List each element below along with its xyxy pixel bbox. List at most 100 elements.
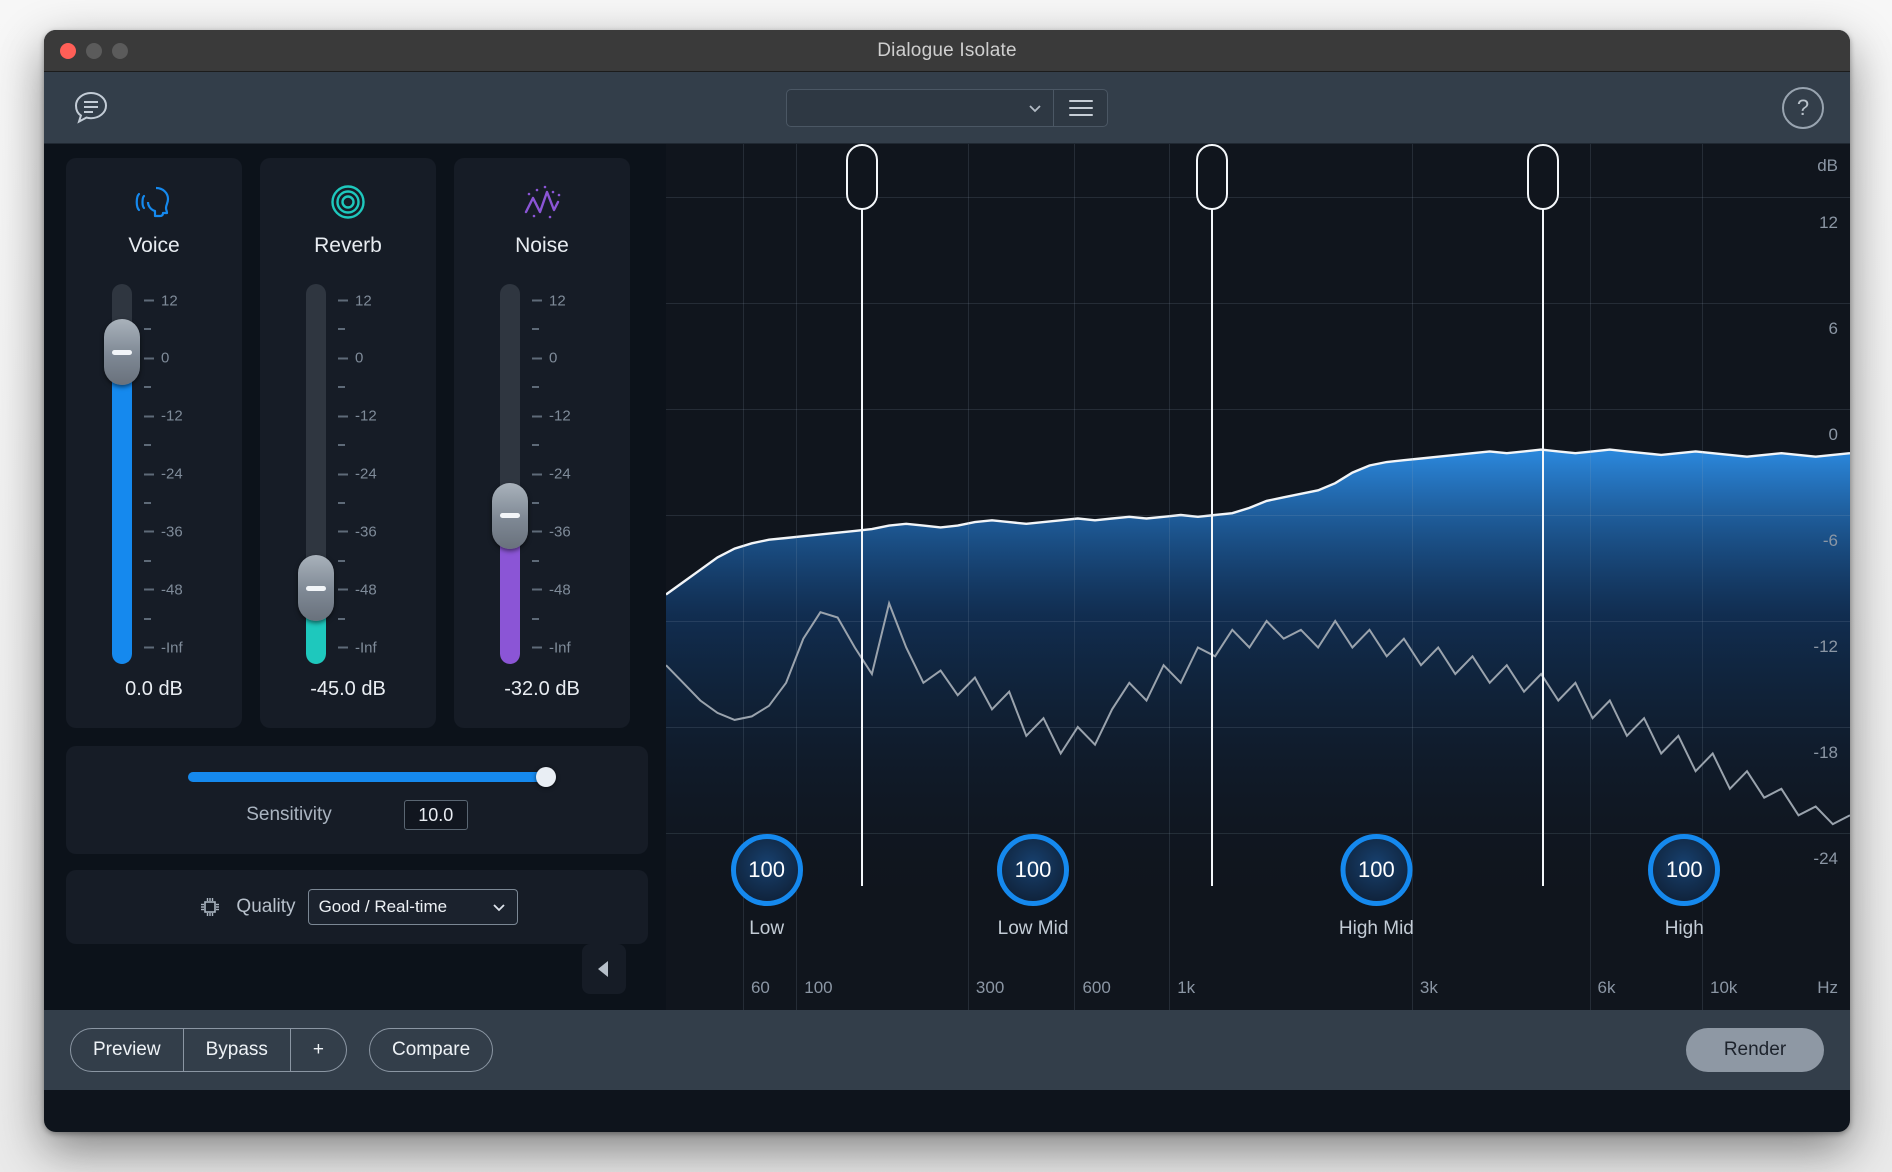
band-label: Low Mid	[997, 918, 1069, 939]
hz-axis-label: 600	[1082, 978, 1111, 997]
app-root: Dialogue Isolate ? Voice 12 0 -12 -24 -3…	[0, 0, 1892, 1172]
voice-head-icon	[135, 186, 170, 218]
fader-tick-label: 12	[161, 292, 178, 309]
fader-tick: 0	[338, 350, 363, 367]
crossover-handle[interactable]	[846, 144, 879, 210]
render-button[interactable]: Render	[1686, 1028, 1824, 1072]
noise-waveform-icon	[524, 185, 561, 219]
band-knob[interactable]: 100	[1340, 834, 1413, 906]
fader-tick: -24	[338, 466, 377, 483]
fader-tick-label: -12	[161, 407, 183, 425]
band-label: Low	[749, 918, 785, 939]
preview-button[interactable]: Preview	[70, 1028, 184, 1072]
band-value: 100	[1014, 857, 1052, 882]
fader-tick-label: -24	[549, 465, 571, 483]
fader-scale: 12 0 -12 -24 -36 -48 -Inf	[532, 284, 612, 664]
hz-axis-unit: Hz	[1817, 978, 1838, 997]
fader-tick-minor	[532, 617, 539, 620]
fader-tick: -48	[338, 581, 377, 598]
sensitivity-label: Sensitivity	[246, 804, 332, 825]
speech-bubble-icon[interactable]	[70, 87, 112, 129]
fader-tick: 12	[338, 292, 372, 309]
band-knob[interactable]: 100	[1648, 834, 1721, 906]
grid-line-vertical	[1169, 144, 1171, 1010]
help-button[interactable]: ?	[1782, 86, 1824, 129]
fader-thumb[interactable]	[104, 319, 140, 386]
band-value: 100	[1358, 857, 1395, 882]
fader-track[interactable]	[500, 284, 520, 664]
sensitivity-knob[interactable]	[536, 767, 556, 787]
fader-tick-minor	[532, 501, 539, 504]
collapse-panel-button[interactable]	[582, 944, 626, 994]
spectrum-display[interactable]: 12 6 0 -6 -12 -18 -24 dB 60 100 300 600 1k 3k 6k 10k Hz …	[666, 144, 1850, 1010]
bypass-button[interactable]: Bypass	[183, 1028, 291, 1072]
fader-tick: -12	[338, 408, 377, 425]
fader-tick: 0	[144, 350, 169, 367]
hz-axis-label: 100	[804, 978, 833, 997]
fader-tick-minor	[338, 386, 345, 389]
fader-tick-label: 0	[549, 349, 558, 367]
hz-axis-label: 3k	[1419, 978, 1438, 997]
hz-axis-label: 6k	[1597, 978, 1616, 997]
collapse-left-icon	[598, 961, 608, 977]
grid-line-vertical	[967, 144, 969, 1010]
fader-tick: -12	[532, 408, 571, 425]
preset-menu-button[interactable]	[1054, 88, 1108, 127]
fader-thumb[interactable]	[298, 555, 334, 621]
db-axis-label: 0	[1828, 425, 1838, 444]
fader-tick-minor	[144, 559, 151, 562]
fader-tick: -Inf	[144, 639, 183, 656]
quality-dropdown[interactable]: Good / Real-time	[307, 889, 518, 925]
crossover-handle[interactable]	[1195, 144, 1228, 210]
chevron-down-icon	[492, 904, 505, 912]
add-bypass-button[interactable]: +	[290, 1028, 347, 1072]
voice-head-icon-wrap	[132, 180, 176, 224]
fader-fill	[112, 352, 132, 664]
db-axis-label: 6	[1828, 319, 1838, 338]
sensitivity-slider[interactable]	[188, 767, 556, 787]
chevron-down-icon	[1029, 104, 1041, 112]
fader-scale: 12 0 -12 -24 -36 -48 -Inf	[338, 284, 418, 664]
quality-value: Good / Real-time	[318, 897, 448, 916]
fader-tick-minor	[338, 559, 345, 562]
grid-line-horizontal	[666, 515, 1850, 516]
band-value: 100	[1665, 857, 1703, 882]
grid-line-horizontal	[666, 621, 1850, 622]
grid-line-vertical	[1589, 144, 1591, 1010]
fader-tick: -36	[532, 523, 571, 540]
fader-tick-label: -12	[549, 407, 571, 425]
crossover-handle[interactable]	[1527, 144, 1560, 210]
sensitivity-input[interactable]: 10.0	[403, 800, 468, 830]
crossover-divider-2[interactable]	[1195, 144, 1228, 886]
fader-tick: -24	[532, 466, 571, 483]
fader-area: 12 0 -12 -24 -36 -48 -Inf	[278, 284, 418, 664]
fader-tick-label: -48	[549, 581, 571, 599]
fader-tick-minor	[144, 617, 151, 620]
hz-axis-label: 300	[975, 978, 1005, 997]
sensitivity-row: Sensitivity 10.0	[88, 800, 626, 830]
db-axis-label: -24	[1813, 849, 1838, 868]
preset-dropdown[interactable]	[786, 88, 1054, 127]
module-value: -32.0 dB	[504, 678, 580, 700]
fader-tick: -36	[144, 523, 183, 540]
fader-tick: -48	[144, 581, 183, 598]
band-knob[interactable]: 100	[997, 834, 1070, 906]
fader-tick-label: -48	[161, 581, 183, 599]
module-title: Reverb	[314, 234, 382, 257]
fader-tick-minor	[144, 501, 151, 504]
fader-tick-minor	[338, 617, 345, 620]
help-label: ?	[1796, 94, 1810, 120]
db-axis-label: -18	[1813, 743, 1838, 762]
fader-scale: 12 0 -12 -24 -36 -48 -Inf	[144, 284, 224, 664]
module-reverb: Reverb 12 0 -12 -24 -36 -48 -Inf -45.0 d…	[260, 158, 436, 728]
crossover-divider-1[interactable]	[846, 144, 879, 886]
fader-tick-minor	[144, 444, 151, 447]
band-knob[interactable]: 100	[730, 834, 803, 906]
plugin-window: Dialogue Isolate ? Voice 12 0 -12 -24 -3…	[44, 30, 1850, 1132]
fader-tick-label: -12	[355, 407, 377, 425]
db-axis-unit: dB	[1817, 156, 1838, 175]
fader-thumb[interactable]	[492, 482, 528, 549]
crossover-divider-3[interactable]	[1527, 144, 1560, 886]
compare-button[interactable]: Compare	[369, 1028, 494, 1072]
fader-tick-minor	[338, 444, 345, 447]
